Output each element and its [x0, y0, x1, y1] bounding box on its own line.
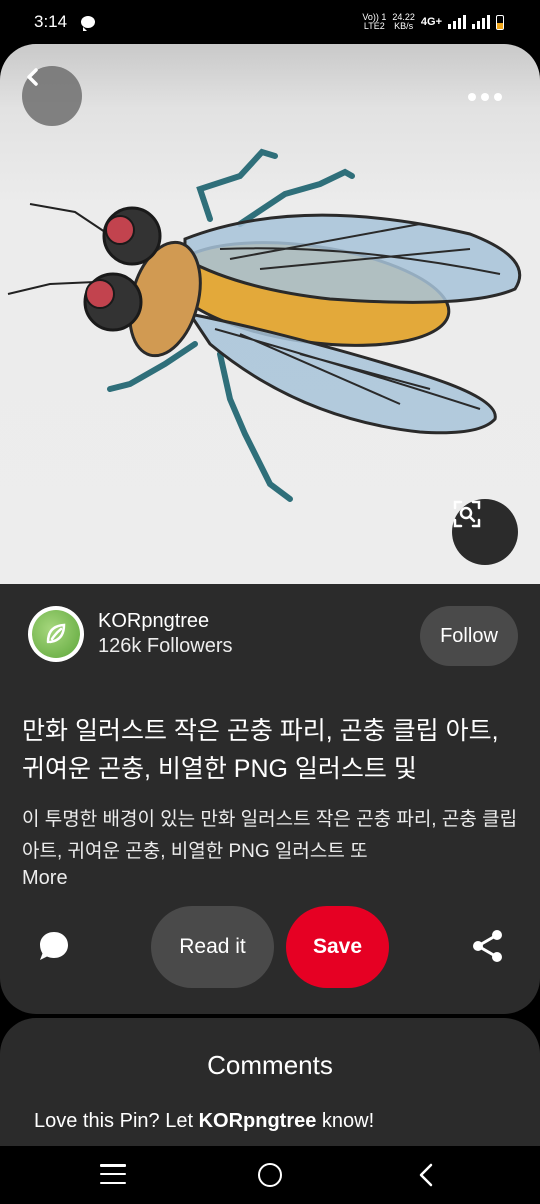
- comments-title: Comments: [207, 1050, 333, 1080]
- comments-section: Comments Love this Pin? Let KORpngtree k…: [0, 1018, 540, 1158]
- status-bar: 3:14 Vo)) 1 LTE2 24.22 KB/s 4G+: [0, 0, 540, 44]
- fly-antenna: [29, 203, 109, 235]
- more-options-button[interactable]: [460, 82, 510, 112]
- comment-button[interactable]: [36, 928, 72, 969]
- nav-back-icon[interactable]: [416, 1162, 436, 1193]
- network-speed: 24.22 KB/s: [392, 12, 415, 31]
- signal-icon: [448, 15, 466, 29]
- back-button[interactable]: [22, 66, 82, 126]
- status-left: 3:14: [34, 12, 96, 32]
- share-button[interactable]: [470, 928, 506, 969]
- network-type: 4G+: [420, 16, 442, 28]
- status-right: Vo)) 1 LTE2 24.22 KB/s 4G+: [362, 13, 504, 31]
- comments-creator-name: KORpngtree: [198, 1110, 317, 1132]
- share-icon: [473, 930, 502, 962]
- back-icon: [27, 68, 38, 86]
- signal-icon-2: [472, 15, 490, 29]
- pin-card: KORpngtree 126k Followers Follow 만화 일러스트…: [0, 44, 540, 1014]
- avatar[interactable]: [28, 606, 84, 662]
- status-time: 3:14: [34, 12, 68, 31]
- more-icon: [468, 93, 476, 101]
- battery-icon: [496, 14, 504, 30]
- pin-image[interactable]: [0, 44, 540, 584]
- comments-prompt: Love this Pin? Let KORpngtree know!: [34, 1110, 375, 1132]
- creator-text: KORpngtree 126k Followers: [98, 609, 233, 659]
- comment-icon: [40, 932, 68, 960]
- read-it-button[interactable]: Read it: [151, 906, 274, 988]
- fly-antenna: [7, 281, 96, 295]
- pin-title: 만화 일러스트 작은 곤충 파리, 곤충 클립 아트, 귀여운 곤충, 비열한 …: [22, 717, 499, 783]
- system-nav-bar: [0, 1146, 540, 1204]
- message-notification-icon: [81, 16, 96, 31]
- creator-logo-icon: [32, 610, 80, 658]
- action-row: Read it Save: [0, 906, 540, 990]
- creator-info[interactable]: KORpngtree 126k Followers: [28, 606, 233, 662]
- fly-eye-highlight: [105, 215, 135, 245]
- creator-name[interactable]: KORpngtree: [98, 609, 233, 633]
- nav-recent-icon[interactable]: [100, 1164, 126, 1184]
- pin-description: 이 투명한 배경이 있는 만화 일러스트 작은 곤충 파리, 곤충 클립 아트,…: [22, 809, 518, 862]
- fly-eye-highlight: [85, 279, 115, 309]
- nav-home-icon[interactable]: [258, 1163, 282, 1187]
- visual-search-icon: [453, 500, 481, 528]
- save-button[interactable]: Save: [286, 906, 389, 988]
- volte-indicator: Vo)) 1 LTE2: [362, 12, 387, 31]
- creator-followers: 126k Followers: [98, 635, 233, 657]
- more-link[interactable]: More: [22, 867, 68, 890]
- visual-search-button[interactable]: [452, 499, 518, 565]
- follow-button[interactable]: Follow: [420, 606, 518, 666]
